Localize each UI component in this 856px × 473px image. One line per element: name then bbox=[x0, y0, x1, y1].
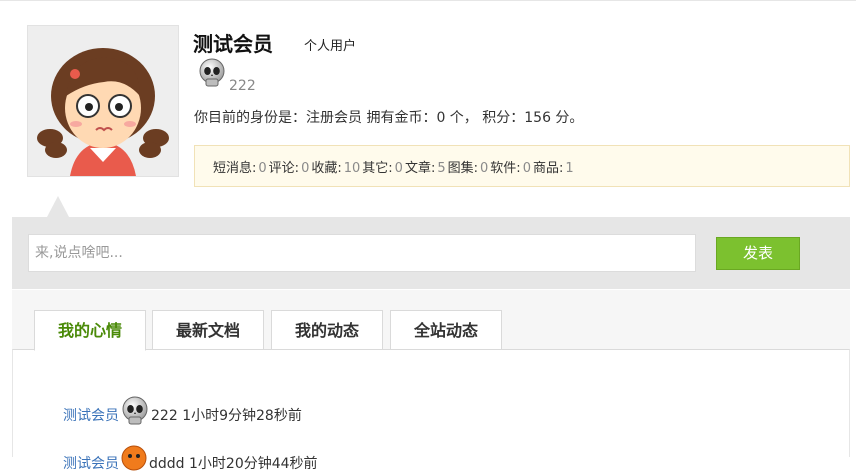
feed-item: 测试会员 dddd 1小时20分钟44秒前 bbox=[63, 440, 318, 472]
girl-avatar-icon bbox=[28, 26, 178, 176]
stat-label: 商品: bbox=[532, 161, 564, 176]
post-button[interactable]: 发表 bbox=[716, 237, 800, 270]
status-text: 222 bbox=[229, 78, 256, 94]
tab-my-activity[interactable]: 我的动态 bbox=[271, 310, 383, 350]
user-type-label: 个人用户 bbox=[304, 39, 357, 54]
stat-label: 收藏: bbox=[311, 161, 342, 176]
stat-value: 10 bbox=[343, 161, 361, 176]
stat-value: 0 bbox=[301, 161, 310, 176]
stat-value: 0 bbox=[480, 161, 489, 176]
stats-list: 短消息: 0 评论: 0 收藏: 10 其它: 0 文章: 5 图集: 0 软件: 0 商品: 1 bbox=[213, 157, 576, 176]
top-divider bbox=[0, 0, 856, 1]
speech-caret bbox=[47, 196, 69, 217]
skull-icon bbox=[122, 396, 148, 425]
feed-user-link[interactable]: 测试会员 bbox=[63, 456, 119, 472]
tab-my-mood[interactable]: 我的心情 bbox=[34, 310, 146, 351]
profile-name: 测试会员 bbox=[193, 32, 273, 56]
stat-label: 软件: bbox=[490, 161, 521, 176]
feed-user-link[interactable]: 测试会员 bbox=[63, 408, 119, 424]
identity-summary: 你目前的身份是：注册会员 拥有金币：0 个， 积分：156 分。 bbox=[194, 110, 584, 126]
feed-time: 1小时9分钟28秒前 bbox=[182, 408, 302, 424]
stat-value: 0 bbox=[522, 161, 531, 176]
stat-label: 文章: bbox=[404, 161, 436, 176]
stat-value: 0 bbox=[394, 161, 403, 176]
tab-latest-docs[interactable]: 最新文档 bbox=[152, 310, 264, 350]
stats-panel: 短消息: 0 评论: 0 收藏: 10 其它: 0 文章: 5 图集: 0 软件: 0 商品: 1 bbox=[194, 145, 850, 187]
mood-input[interactable] bbox=[28, 234, 696, 272]
stat-value: 0 bbox=[258, 161, 267, 176]
tab-site-activity[interactable]: 全站动态 bbox=[390, 310, 502, 350]
stat-value: 1 bbox=[565, 161, 574, 176]
angry-face-icon bbox=[121, 445, 147, 471]
feed-text: dddd bbox=[149, 456, 185, 472]
stat-label: 其它: bbox=[362, 161, 393, 176]
stat-label: 短消息: bbox=[213, 161, 257, 176]
feed-item: 测试会员 222 1小时9分钟28秒前 bbox=[63, 390, 302, 425]
stat-value: 5 bbox=[437, 161, 446, 176]
feed-time: 1小时20分钟44秒前 bbox=[189, 456, 318, 472]
stat-label: 图集: bbox=[447, 161, 479, 176]
skull-icon bbox=[199, 58, 225, 87]
avatar[interactable] bbox=[27, 25, 179, 177]
feed-text: 222 bbox=[151, 408, 178, 424]
stat-label: 评论: bbox=[268, 161, 300, 176]
